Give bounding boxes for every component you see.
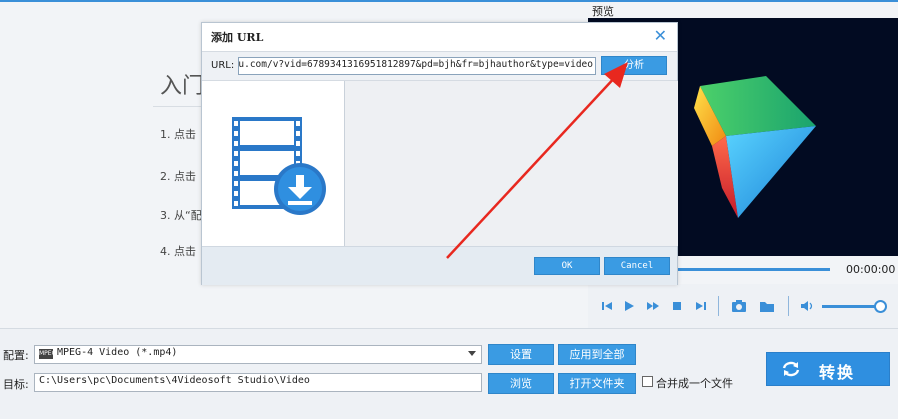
merge-checkbox[interactable] [642,376,653,387]
time-display: 00:00:00 [846,263,896,276]
step-4: 4. 点击 [160,245,196,258]
play-icon[interactable] [620,297,638,315]
volume-slider[interactable] [822,305,880,308]
analyze-button[interactable]: 分析 [601,56,667,75]
profile-value: MPEG-4 Video (*.mp4) [57,347,178,358]
url-value: .baidu.com/v?vid=6789341316951812897&pd=… [238,59,593,70]
cancel-button[interactable]: Cancel [604,257,670,275]
target-path-input[interactable]: C:\Users\pc\Documents\4Videosoft Studio\… [34,373,482,392]
url-row: URL: .baidu.com/v?vid=678934131695181289… [202,51,677,81]
folder-icon[interactable] [758,297,776,315]
step-3: 3. 从“配 [160,209,202,222]
end-icon[interactable] [692,297,710,315]
close-icon[interactable]: ✕ [654,28,667,44]
target-path-value: C:\Users\pc\Documents\4Videosoft Studio\… [39,375,310,386]
open-folder-button[interactable]: 打开文件夹 [558,373,636,394]
playback-controls [588,284,898,328]
apply-all-button[interactable]: 应用到全部 [558,344,636,365]
merge-label: 合并成一个文件 [656,377,733,390]
bottom-bar: 配置: MPEG MPEG-4 Video (*.mp4) 设置 应用到全部 目… [0,328,898,419]
browse-button[interactable]: 浏览 [488,373,554,394]
profile-label: 配置: [3,349,29,362]
preview-label: 预览 [592,5,614,18]
control-divider [718,296,719,316]
refresh-icon [782,361,800,377]
mpeg-format-icon: MPEG [39,349,57,359]
dialog-title: 添加 URL [211,31,264,44]
snapshot-icon[interactable] [730,297,748,315]
add-url-dialog: 添加 URL ✕ URL: .baidu.com/v?vid=678934131… [201,22,678,285]
dialog-info-panel [344,81,678,246]
dialog-thumbnail-panel [202,81,344,246]
progress-slider[interactable] [676,268,830,271]
next-icon[interactable] [644,297,662,315]
url-input[interactable]: .baidu.com/v?vid=6789341316951812897&pd=… [238,57,596,75]
stop-icon[interactable] [668,297,686,315]
prev-icon[interactable] [598,297,616,315]
ok-button[interactable]: OK [534,257,600,275]
convert-button[interactable]: 转换 [766,352,890,386]
step-2: 2. 点击 [160,170,196,183]
dialog-footer: OK Cancel [202,246,677,285]
url-label: URL: [211,60,235,71]
chevron-down-icon [468,351,476,356]
settings-button[interactable]: 设置 [488,344,554,365]
step-1: 1. 点击 [160,128,196,141]
volume-icon[interactable] [798,297,816,315]
profile-select[interactable]: MPEG MPEG-4 Video (*.mp4) [34,345,482,364]
target-label: 目标: [3,378,29,391]
video-download-icon [232,117,326,215]
control-divider [788,296,789,316]
volume-knob[interactable] [874,300,887,313]
convert-label: 转换 [819,363,856,382]
intro-title: 入门 [160,74,205,99]
